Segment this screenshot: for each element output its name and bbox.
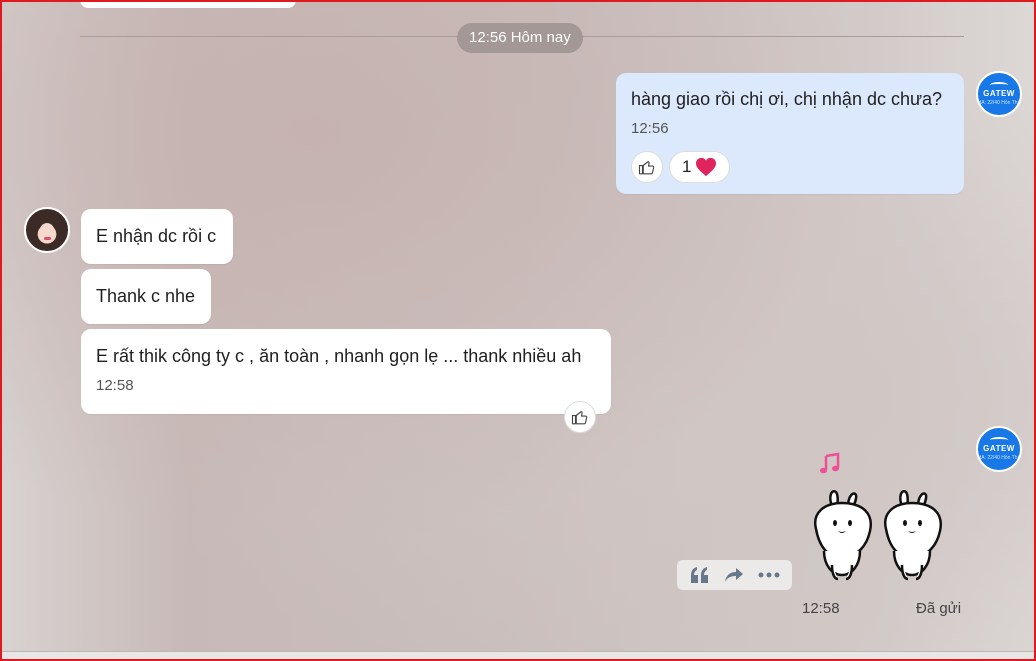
forward-icon	[725, 568, 744, 582]
message-action-toolbar	[677, 560, 792, 590]
like-button[interactable]	[631, 151, 663, 183]
chat-window: 12:56 Hôm nay GATEW HA: 22/40 Hồn Thổ hà…	[0, 0, 1036, 661]
company-avatar[interactable]: GATEW HA: 22/40 Hồn Thổ	[976, 71, 1022, 117]
composer-top-edge	[2, 651, 1034, 659]
avatar-lips	[44, 237, 51, 240]
logo-swoosh-icon	[990, 82, 1008, 88]
message-text: hàng giao rồi chị ơi, chị nhận dc chưa?	[631, 89, 943, 109]
heart-icon	[696, 157, 717, 177]
message-text: Thank c nhe	[96, 286, 196, 306]
message-text: E nhận dc rồi c	[96, 226, 217, 246]
music-note-icon	[818, 452, 842, 482]
sent-status: Đã gửi	[916, 600, 962, 617]
more-icon	[758, 572, 780, 578]
like-icon	[571, 411, 588, 425]
contact-avatar[interactable]	[24, 207, 70, 253]
message-time: 12:56	[631, 120, 669, 137]
message-time: 12:58	[96, 377, 134, 394]
forward-button[interactable]	[719, 563, 749, 587]
like-button[interactable]	[564, 401, 596, 433]
previous-message-bubble	[80, 2, 296, 8]
rabbit-sticker[interactable]	[802, 487, 957, 587]
quote-button[interactable]	[685, 563, 715, 587]
reaction-count: 1	[682, 157, 692, 176]
date-divider-label: 12:56 Hôm nay	[457, 23, 583, 53]
reaction-summary[interactable]: 1	[669, 151, 731, 183]
quote-icon	[691, 567, 709, 583]
avatar-face	[39, 223, 55, 243]
like-icon	[638, 161, 655, 175]
logo-swoosh-icon	[990, 437, 1008, 443]
avatar-brand-sub: HA: 22/40 Hồn Thổ	[977, 455, 1021, 461]
message-bubble-received[interactable]: Thank c nhe	[81, 269, 211, 324]
sticker-time: 12:58	[802, 600, 840, 617]
message-text: E rất thik công ty c , ăn toàn , nhanh g…	[96, 346, 582, 366]
message-bubble-received[interactable]: E nhận dc rồi c	[81, 209, 233, 264]
more-button[interactable]	[754, 563, 784, 587]
company-avatar[interactable]: GATEW HA: 22/40 Hồn Thổ	[976, 426, 1022, 472]
message-bubble-received[interactable]: E rất thik công ty c , ăn toàn , nhanh g…	[81, 329, 611, 414]
message-bubble-sent[interactable]: hàng giao rồi chị ơi, chị nhận dc chưa? …	[616, 73, 964, 194]
avatar-brand-sub: HA: 22/40 Hồn Thổ	[977, 100, 1021, 106]
avatar-brand-text: GATEW	[983, 89, 1015, 98]
avatar-brand-text: GATEW	[983, 444, 1015, 453]
